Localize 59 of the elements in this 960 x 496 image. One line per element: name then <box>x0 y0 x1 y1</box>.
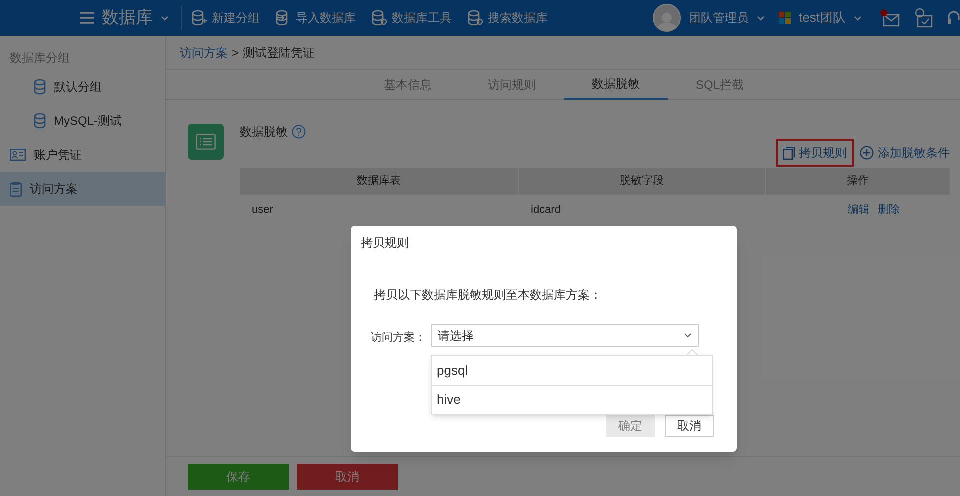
save-button[interactable]: 保存 <box>188 464 289 490</box>
copy-icon <box>783 146 795 160</box>
sidebar-item[interactable]: MySQL-测试 <box>0 104 165 138</box>
toolbar-button[interactable]: 搜索数据库 <box>468 9 548 27</box>
database-icon <box>468 10 484 26</box>
app-menu-button[interactable]: 数据库 <box>80 6 182 30</box>
database-icon <box>34 113 46 129</box>
column-header: 脱敏字段 <box>519 168 766 195</box>
sidebar-item[interactable]: 账户凭证 <box>0 138 165 172</box>
chevron-down-icon <box>684 333 692 338</box>
avatar-icon <box>653 4 682 32</box>
breadcrumb-separator: > <box>232 44 240 62</box>
add-condition-button[interactable]: 添加脱敏条件 <box>860 144 950 162</box>
list-icon <box>188 124 224 160</box>
user-menu[interactable]: 团队管理员 <box>653 4 766 32</box>
select-field[interactable]: 请选择 <box>431 324 699 347</box>
add-circle-icon <box>860 146 874 160</box>
headset-icon <box>948 10 960 26</box>
section-title: 数据脱敏 <box>240 124 288 141</box>
dropdown-option[interactable]: hive <box>432 385 712 414</box>
dialog-message: 拷贝以下数据库脱敏规则至本数据库方案： <box>374 287 602 304</box>
column-header: 操作 <box>766 168 950 195</box>
tab[interactable]: 数据脱敏 <box>564 70 668 100</box>
sidebar-item[interactable]: 访问方案 <box>0 172 165 206</box>
chevron-down-icon <box>854 16 862 20</box>
sidebar-item[interactable]: 默认分组 <box>0 70 165 104</box>
dialog-title: 拷贝规则 <box>361 235 409 252</box>
table-cell-text: idcard <box>530 202 562 218</box>
menu-icon <box>80 12 94 24</box>
windows-logo-icon <box>779 12 792 24</box>
cancel-button[interactable]: 取消 <box>297 464 398 490</box>
id-card-icon <box>10 149 26 161</box>
column-header: 数据库表 <box>240 168 519 195</box>
tab[interactable]: 基本信息 <box>356 70 460 100</box>
dropdown-option[interactable]: pgsql <box>432 356 712 385</box>
action-link[interactable]: 删除 <box>878 202 900 218</box>
task-icon <box>914 8 934 28</box>
copy-rule-button[interactable]: 拷贝规则 <box>776 139 854 167</box>
tab[interactable]: SQL拦截 <box>668 70 772 100</box>
breadcrumb-link[interactable]: 访问方案 <box>180 44 228 62</box>
database-icon <box>192 10 208 26</box>
help-icon <box>292 125 306 139</box>
chevron-down-icon <box>161 16 169 20</box>
table-cell-text: user <box>251 202 274 218</box>
toolbar-button[interactable]: 导入数据库 <box>276 9 356 27</box>
sidebar-heading: 数据库分组 <box>9 50 71 67</box>
database-icon <box>34 79 46 95</box>
toolbar-button[interactable]: 数据库工具 <box>372 9 452 27</box>
clipboard-icon <box>10 182 22 196</box>
database-icon <box>372 10 388 26</box>
breadcrumb-current: 测试登陆凭证 <box>243 44 316 62</box>
field-label: 访问方案： <box>371 330 426 346</box>
action-link[interactable]: 编辑 <box>848 202 870 218</box>
mail-icon <box>880 9 900 27</box>
team-menu[interactable]: test团队 <box>779 8 862 28</box>
dialog-button[interactable]: 取消 <box>665 415 714 437</box>
toolbar-button[interactable]: 新建分组 <box>192 9 260 27</box>
tab[interactable]: 访问规则 <box>460 70 564 100</box>
chevron-down-icon <box>757 16 766 20</box>
